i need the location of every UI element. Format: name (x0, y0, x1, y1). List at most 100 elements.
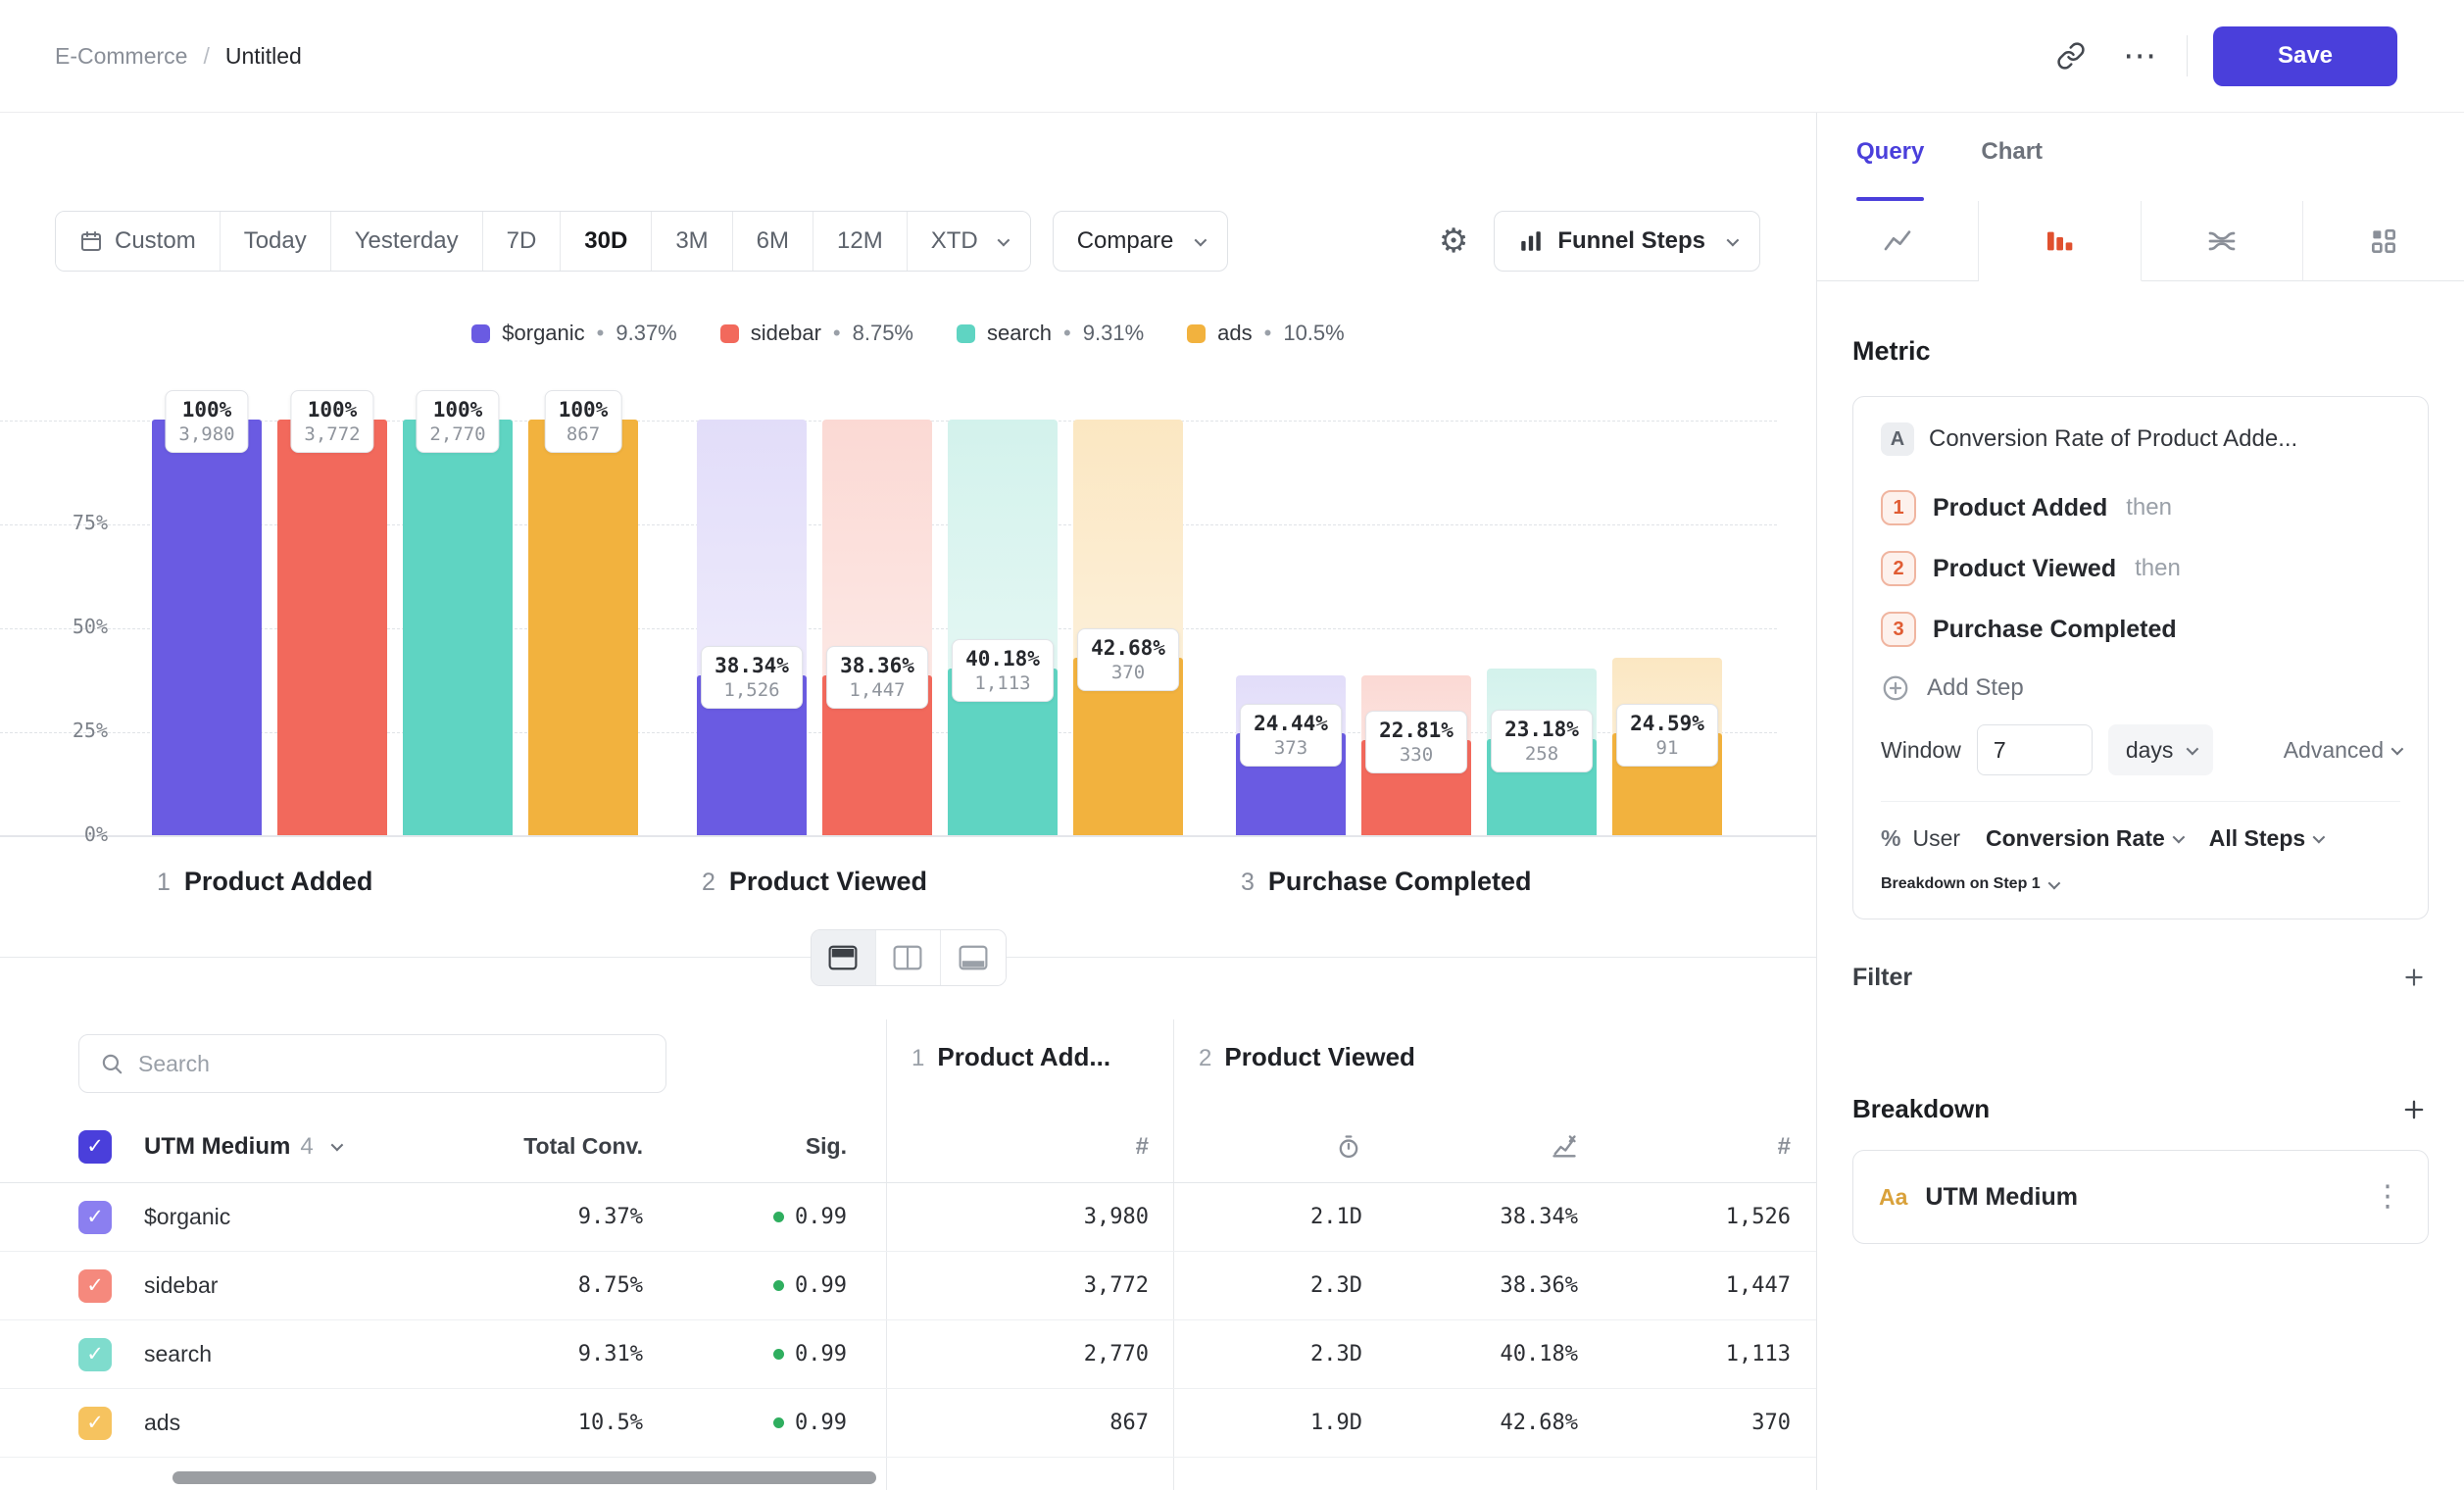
add-step-button[interactable]: Add Step (1881, 660, 2400, 717)
table-row[interactable]: ✓ search 9.31% 0.99 2,770 2.3D 40.18% 1,… (0, 1320, 1816, 1389)
kebab-menu-icon[interactable]: ⋮ (2373, 1182, 2402, 1212)
funnel-bar-slot: 40.18%1,113 (948, 374, 1058, 835)
save-button[interactable]: Save (2213, 26, 2397, 86)
date-range-6m[interactable]: 6M (733, 212, 813, 271)
share-link-icon[interactable] (2049, 34, 2093, 77)
row-checkbox[interactable]: ✓ (78, 1201, 112, 1234)
funnel-step-item-3[interactable]: 3 Purchase Completed (1881, 599, 2400, 660)
metric-section-title: Metric (1852, 336, 2429, 367)
breakdown-on-row: Breakdown on Step 1 (1881, 875, 2400, 893)
tab-retention[interactable] (2303, 201, 2464, 281)
horizontal-scrollbar[interactable] (172, 1471, 876, 1484)
funnel-bar-slot: 23.18%258 (1487, 374, 1597, 835)
breadcrumb-report-title[interactable]: Untitled (225, 43, 302, 70)
legend-item[interactable]: sidebar • 8.75% (720, 321, 913, 346)
compare-button[interactable]: Compare (1053, 211, 1229, 272)
filter-title: Filter (1852, 964, 1912, 992)
breadcrumb-project[interactable]: E-Commerce (55, 43, 187, 70)
step-label-2[interactable]: 2 Product Viewed (702, 867, 927, 897)
date-range-xtd[interactable]: XTD (908, 212, 1030, 271)
date-range-today[interactable]: Today (221, 212, 331, 271)
date-range-custom[interactable]: Custom (56, 212, 221, 271)
window-unit-select[interactable]: days (2108, 724, 2214, 775)
breakdown-item[interactable]: Aa UTM Medium ⋮ (1852, 1150, 2429, 1244)
panel-tabs: Query Chart (1817, 113, 2464, 201)
total-conv-column-header[interactable]: Total Conv. (390, 1133, 643, 1160)
tab-insights[interactable] (1817, 201, 1979, 281)
chart-type-dropdown[interactable]: Funnel Steps (1494, 211, 1760, 272)
funnel-bar[interactable] (403, 420, 513, 835)
step2-time-column-header[interactable] (1149, 1133, 1362, 1161)
row-checkbox[interactable]: ✓ (78, 1269, 112, 1303)
more-menu-icon[interactable]: ⋯ (2118, 34, 2161, 77)
chevron-down-icon (2172, 831, 2185, 844)
date-range-3m[interactable]: 3M (652, 212, 732, 271)
date-range-picker: Custom Today Yesterday 7D 30D 3M 6M 12M … (55, 211, 1031, 272)
table-row[interactable]: ✓ ads 10.5% 0.99 867 1.9D 42.68% 370 (0, 1389, 1816, 1458)
row-label: search (125, 1341, 390, 1367)
step2-count-column-header[interactable]: # (1578, 1133, 1791, 1161)
sig-cell: 0.99 (643, 1273, 847, 1298)
funnel-step-item-1[interactable]: 1 Product Added then (1881, 477, 2400, 538)
window-value-input[interactable] (1977, 724, 2093, 775)
total-conv-cell: 8.75% (390, 1273, 643, 1298)
layout-toggle (811, 929, 1007, 986)
table-body: ✓ $organic 9.37% 0.99 3,980 2.1D 38.34% … (0, 1183, 1816, 1458)
plus-icon (2400, 1096, 2428, 1123)
chevron-down-icon (1195, 233, 1207, 246)
funnel-step-item-2[interactable]: 2 Product Viewed then (1881, 538, 2400, 599)
advanced-toggle[interactable]: Advanced (2284, 737, 2400, 764)
select-all-checkbox[interactable]: ✓ (78, 1130, 112, 1164)
row-checkbox[interactable]: ✓ (78, 1338, 112, 1371)
date-range-yesterday[interactable]: Yesterday (331, 212, 483, 271)
bar-value-label: 22.81%330 (1365, 711, 1467, 773)
breakdown-property-name: UTM Medium (1925, 1183, 2078, 1212)
step1-count-cell: 867 (847, 1411, 1149, 1435)
legend-swatch (720, 324, 739, 343)
layout-bottom-panel-button[interactable] (941, 930, 1006, 985)
step2-conv-column-header[interactable] (1362, 1133, 1578, 1161)
sig-column-header[interactable]: Sig. (643, 1133, 847, 1160)
date-range-30d[interactable]: 30D (561, 212, 652, 271)
tab-chart[interactable]: Chart (1981, 138, 2043, 201)
table-row[interactable]: ✓ sidebar 8.75% 0.99 3,772 2.3D 38.36% 1… (0, 1252, 1816, 1320)
step1-count-column-header[interactable]: # (847, 1133, 1149, 1161)
step1-count-cell: 2,770 (847, 1342, 1149, 1366)
layout-split-vertical-button[interactable] (876, 930, 941, 985)
total-conv-cell: 9.37% (390, 1205, 643, 1229)
stopwatch-icon (1335, 1133, 1362, 1161)
tab-query[interactable]: Query (1856, 138, 1924, 201)
legend-item[interactable]: $organic • 9.37% (471, 321, 676, 346)
metric-settings: % User Conversion Rate All Steps (1881, 801, 2400, 893)
search-input[interactable] (138, 1051, 646, 1077)
funnel-bar[interactable] (528, 420, 638, 835)
funnel-step-group-3: 24.44%37322.81%33023.18%25824.59%91 (1236, 374, 1722, 835)
conversion-window-row: Window days Advanced (1881, 724, 2400, 775)
add-breakdown-button[interactable] (2399, 1095, 2429, 1124)
step-number-badge: 3 (1881, 612, 1916, 647)
breakdown-column-header[interactable]: UTM Medium 4 (125, 1133, 390, 1161)
measure-dropdown[interactable]: Conversion Rate (1986, 825, 2182, 852)
layout-split-horizontal-button[interactable] (812, 930, 876, 985)
date-range-7d[interactable]: 7D (483, 212, 562, 271)
legend-item[interactable]: search • 9.31% (957, 321, 1144, 346)
percent-icon: % (1881, 825, 1900, 852)
funnel-bar[interactable] (277, 420, 387, 835)
settings-gear-icon[interactable]: ⚙ (1439, 224, 1468, 258)
date-range-12m[interactable]: 12M (813, 212, 908, 271)
row-checkbox[interactable]: ✓ (78, 1407, 112, 1440)
table-row[interactable]: ✓ $organic 9.37% 0.99 3,980 2.1D 38.34% … (0, 1183, 1816, 1252)
count-type-label[interactable]: User (1912, 825, 1960, 852)
metric-title-row[interactable]: A Conversion Rate of Product Adde... (1881, 422, 2400, 456)
tab-funnels[interactable] (1979, 201, 2141, 281)
funnel-bar[interactable] (152, 420, 262, 835)
tab-flows[interactable] (2142, 201, 2303, 281)
step-label-1[interactable]: 1 Product Added (157, 867, 372, 897)
breakdown-on-dropdown[interactable]: Breakdown on Step 1 (1881, 875, 2057, 893)
steps-scope-dropdown[interactable]: All Steps (2209, 825, 2322, 852)
step1-count-cell: 3,772 (847, 1273, 1149, 1298)
step-label-3[interactable]: 3 Purchase Completed (1241, 867, 1531, 897)
measurement-row: % User Conversion Rate All Steps (1881, 825, 2400, 852)
add-filter-button[interactable] (2399, 963, 2429, 992)
legend-item[interactable]: ads • 10.5% (1187, 321, 1345, 346)
